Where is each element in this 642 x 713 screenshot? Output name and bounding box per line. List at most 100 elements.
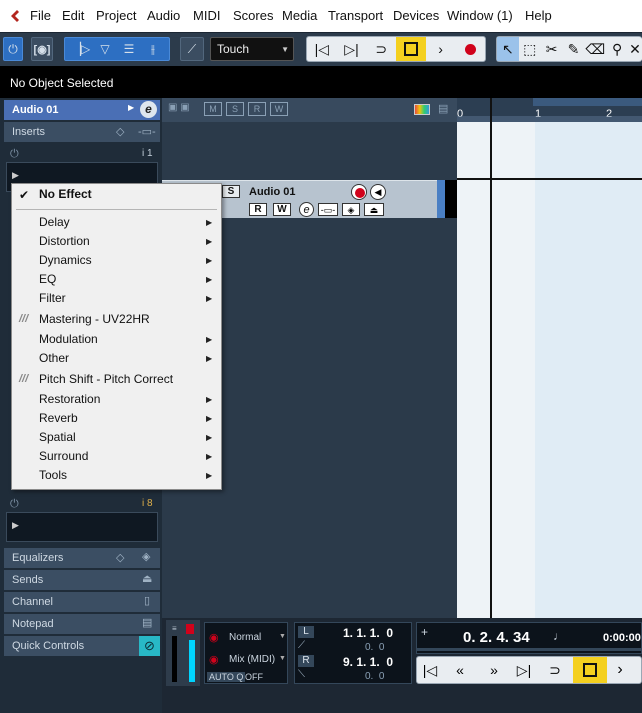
lower-zone-icon[interactable]: ▽ <box>93 42 117 56</box>
go-to-start-icon[interactable]: |◁ <box>307 37 337 61</box>
track-list-menu-icon[interactable]: ▤ <box>438 102 448 115</box>
inserts-header[interactable]: Inserts <box>4 122 160 142</box>
menu-midi[interactable]: MIDI <box>193 8 220 23</box>
eq-icon[interactable]: ◈ <box>342 203 360 216</box>
bypass-icon[interactable]: ◇ <box>116 551 124 564</box>
mixer-icon[interactable]: ⫲ <box>141 42 165 57</box>
menu-item-mastering-uv22hr[interactable]: /// Mastering - UV22HR <box>12 310 221 329</box>
rewind-icon[interactable]: « <box>443 657 477 683</box>
menu-item-filter[interactable]: Filter ▶ <box>12 289 221 308</box>
left-locator-label[interactable]: L <box>298 626 314 638</box>
cycle-icon[interactable]: ⊃ <box>537 657 573 683</box>
left-locator-position[interactable]: 1. 1. 1. 0 <box>343 626 393 640</box>
insert-slot-8[interactable]: ▶ <box>6 512 158 542</box>
split-tool-icon[interactable]: ✂ <box>541 37 563 61</box>
monitor-icon[interactable]: ◀ <box>370 184 386 200</box>
menu-item-modulation[interactable]: Modulation ▶ <box>12 330 221 349</box>
clip-indicator[interactable] <box>186 624 194 634</box>
fast-forward-icon[interactable]: » <box>477 657 511 683</box>
zoom-tool-icon[interactable]: ⚲ <box>606 37 628 61</box>
menu-item-restoration[interactable]: Restoration ▶ <box>12 390 221 409</box>
rack-icon[interactable]: ☰ <box>117 42 141 56</box>
menu-item-no-effect[interactable]: ✔ No Effect <box>12 185 221 206</box>
right-locator-position[interactable]: 9. 1. 1. 0 <box>343 655 393 669</box>
section-notepad[interactable]: Notepad <box>4 614 160 634</box>
left-zone-icon[interactable]: ▕▷ <box>69 42 93 56</box>
menu-edit[interactable]: Edit <box>62 8 84 23</box>
go-to-end-icon[interactable]: ▷| <box>337 37 367 61</box>
write-automation-button[interactable]: W <box>273 203 291 216</box>
record-mode-mix[interactable]: Mix (MIDI) <box>229 654 275 665</box>
range-selection-tool-icon[interactable]: ⬚ <box>519 37 541 61</box>
position-slider[interactable] <box>417 648 642 651</box>
section-sends[interactable]: Sends <box>4 570 160 590</box>
edit-channel-button[interactable]: e <box>299 202 314 217</box>
menu-window[interactable]: Window (1) <box>447 8 513 23</box>
menu-item-dynamics[interactable]: Dynamics ▶ <box>12 251 221 270</box>
mute-all-button[interactable]: M <box>204 102 222 116</box>
menu-project[interactable]: Project <box>96 8 136 23</box>
play-icon[interactable]: › <box>607 657 633 683</box>
record-mode-normal[interactable]: Normal <box>229 632 261 643</box>
inserts-settings-icon[interactable]: -▭- <box>138 125 156 138</box>
menu-item-distortion[interactable]: Distortion ▶ <box>12 232 221 251</box>
insert-power-icon[interactable]: ⏻ <box>10 148 19 161</box>
menu-scores[interactable]: Scores <box>233 8 273 23</box>
insert-power-icon[interactable]: ⏻ <box>10 498 19 511</box>
menu-transport[interactable]: Transport <box>328 8 383 23</box>
activate-project-button[interactable]: ⏻ <box>3 37 23 61</box>
automation-mode-select[interactable]: Touch ▼ <box>210 37 294 61</box>
draw-tool-icon[interactable]: ✎ <box>563 37 585 61</box>
menu-item-spatial[interactable]: Spatial ▶ <box>12 428 221 447</box>
cycle-range-bar[interactable] <box>533 98 642 106</box>
menu-devices[interactable]: Devices <box>393 8 439 23</box>
menu-file[interactable]: File <box>30 8 51 23</box>
menu-item-surround[interactable]: Surround ▶ <box>12 447 221 466</box>
menu-item-tools[interactable]: Tools ▶ <box>12 466 221 485</box>
ruler[interactable]: 0 1 2 <box>457 98 642 122</box>
go-to-start-icon[interactable]: |◁ <box>417 657 443 683</box>
mute-tool-icon[interactable]: ✕ <box>628 37 642 61</box>
menu-item-eq[interactable]: EQ ▶ <box>12 270 221 289</box>
bypass-icon[interactable]: ◇ <box>116 125 124 138</box>
solo-button[interactable]: S <box>222 185 240 198</box>
sends-icon[interactable]: ⏏ <box>364 203 384 216</box>
section-equalizers[interactable]: Equalizers <box>4 548 160 568</box>
secondary-time-display[interactable]: 0:00:00 <box>603 632 641 644</box>
write-all-button[interactable]: W <box>270 102 288 116</box>
menu-item-reverb[interactable]: Reverb ▶ <box>12 409 221 428</box>
read-automation-button[interactable]: R <box>249 203 267 216</box>
menu-media[interactable]: Media <box>282 8 317 23</box>
edit-channel-button[interactable]: e <box>140 101 157 118</box>
read-all-button[interactable]: R <box>248 102 266 116</box>
erase-tool-icon[interactable]: ⌫ <box>584 37 606 61</box>
right-locator-label[interactable]: R <box>298 655 314 667</box>
menu-help[interactable]: Help <box>525 8 552 23</box>
track-colors-icon[interactable] <box>414 104 430 115</box>
menu-audio[interactable]: Audio <box>147 8 180 23</box>
quick-controls-icon[interactable]: ⊘ <box>139 636 160 656</box>
stop-icon[interactable] <box>396 37 426 61</box>
punch-in-icon[interactable]: ⟋ <box>298 640 305 651</box>
cycle-icon[interactable]: ⊃ <box>366 37 396 61</box>
section-channel[interactable]: Channel <box>4 592 160 612</box>
autoq-value[interactable]: OFF <box>245 672 263 682</box>
record-enable-button[interactable] <box>351 184 367 200</box>
go-to-end-icon[interactable]: ▷| <box>511 657 537 683</box>
object-selection-tool-icon[interactable]: ↖ <box>497 37 519 61</box>
record-icon[interactable] <box>455 37 485 61</box>
play-icon[interactable]: › <box>426 37 456 61</box>
plus-icon[interactable]: + <box>421 625 428 639</box>
menu-item-other[interactable]: Other ▶ <box>12 349 221 368</box>
project-cursor[interactable] <box>490 98 492 618</box>
menu-item-delay[interactable]: Delay ▶ <box>12 213 221 232</box>
inserts-icon[interactable]: -▭- <box>318 203 338 216</box>
event-display[interactable] <box>457 98 642 618</box>
section-quick-controls[interactable]: Quick Controls <box>4 636 160 656</box>
stop-icon[interactable] <box>573 657 607 683</box>
punch-out-icon[interactable]: ⟍ <box>298 669 305 680</box>
menu-item-pitch-shift-pitch-correct[interactable]: /// Pitch Shift - Pitch Correct <box>12 370 221 389</box>
automation-button[interactable]: ⟋ <box>180 37 204 61</box>
constrain-delay-button[interactable]: [◉] <box>31 37 53 61</box>
solo-all-button[interactable]: S <box>226 102 244 116</box>
